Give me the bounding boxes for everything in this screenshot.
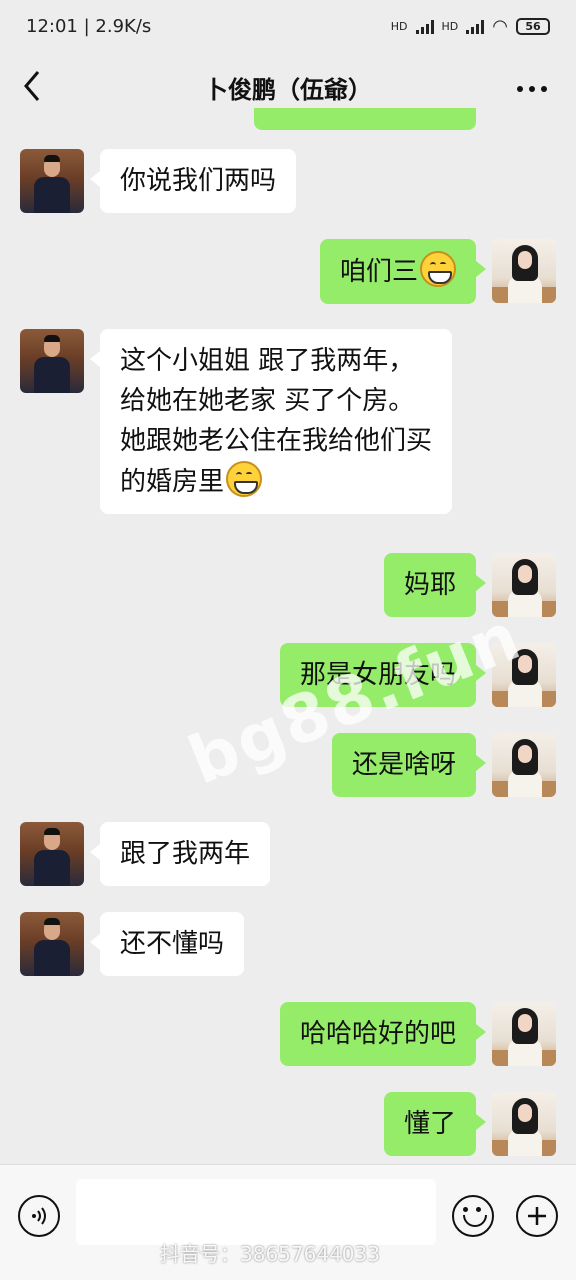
chat-title: 卜俊鹏（伍爺） [204,75,372,104]
message-row: 跟了我两年 [20,822,271,886]
message-bubble[interactable]: 懂了 [383,1092,487,1156]
message-row: 还不懂吗 [20,912,245,976]
message-bubble[interactable]: 妈耶 [383,553,487,617]
message-text: 还不懂吗 [120,929,225,959]
status-icons: HD HD ◠ 56 [391,16,550,37]
status-left: 12:01 | 2.9K/s [26,15,152,37]
voice-icon[interactable] [18,1195,60,1237]
emoji-icon[interactable] [452,1195,494,1237]
message-text: 哈哈哈好的吧 [299,1019,456,1049]
previous-message-bubble [254,108,476,130]
message-row: 你说我们两吗 [20,149,297,213]
hd-label-2: HD [441,19,459,33]
avatar[interactable] [492,1092,556,1156]
chevron-left-icon[interactable] [22,70,52,104]
message-row: 还是啥呀 [331,733,556,797]
signal-icon-2 [466,18,485,34]
battery-icon: 56 [516,17,550,35]
message-text: 还是啥呀 [351,750,456,780]
message-text: 这个小姐姐 跟了我两年， 给她在她老家 买了个房。 她跟她老公住在我给他们买 的… [120,346,433,497]
grin-emoji-icon [420,251,456,287]
message-bubble[interactable]: 咱们三 [319,239,487,304]
hd-label-1: HD [390,19,408,33]
avatar[interactable] [20,149,84,213]
avatar[interactable] [492,733,556,797]
message-row: 哈哈哈好的吧 [279,1002,556,1066]
message-row: 这个小姐姐 跟了我两年， 给她在她老家 买了个房。 她跟她老公住在我给他们买 的… [20,329,453,514]
message-input[interactable] [76,1179,436,1245]
status-bar: 12:01 | 2.9K/s HD HD ◠ 56 [0,0,576,52]
message-bubble[interactable]: 跟了我两年 [89,822,271,886]
message-text: 跟了我两年 [120,839,251,869]
message-row: 那是女朋友吗 [279,643,556,707]
avatar[interactable] [492,1002,556,1066]
avatar[interactable] [20,912,84,976]
message-bubble[interactable]: 还不懂吗 [89,912,245,976]
wifi-icon: ◠ [492,15,508,37]
status-time: 12:01 [26,15,78,37]
network-speed: 2.9K/s [95,15,152,37]
plus-icon[interactable] [516,1195,558,1237]
battery-level: 56 [525,19,541,33]
message-text: 那是女朋友吗 [299,660,456,690]
message-bubble[interactable]: 哈哈哈好的吧 [279,1002,487,1066]
message-text: 咱们三 [339,257,418,287]
avatar[interactable] [492,239,556,303]
message-text: 妈耶 [403,570,456,600]
more-dots-icon[interactable] [516,74,548,94]
message-bubble[interactable]: 这个小姐姐 跟了我两年， 给她在她老家 买了个房。 她跟她老公住在我给他们买 的… [89,329,453,514]
signal-icon [415,18,434,34]
message-row: 咱们三 [319,239,556,304]
avatar[interactable] [20,329,84,393]
message-bubble[interactable]: 那是女朋友吗 [279,643,487,707]
avatar[interactable] [20,822,84,886]
avatar[interactable] [492,643,556,707]
message-text: 你说我们两吗 [120,166,277,196]
message-bubble[interactable]: 还是啥呀 [331,733,487,797]
message-row: 妈耶 [383,553,556,617]
avatar[interactable] [492,553,556,617]
grin-emoji-icon [226,461,263,497]
message-row: 懂了 [383,1092,556,1156]
message-bubble[interactable]: 你说我们两吗 [89,149,297,213]
message-text: 懂了 [403,1109,456,1139]
douyin-watermark: 抖音号：38657644033 [160,1242,380,1266]
